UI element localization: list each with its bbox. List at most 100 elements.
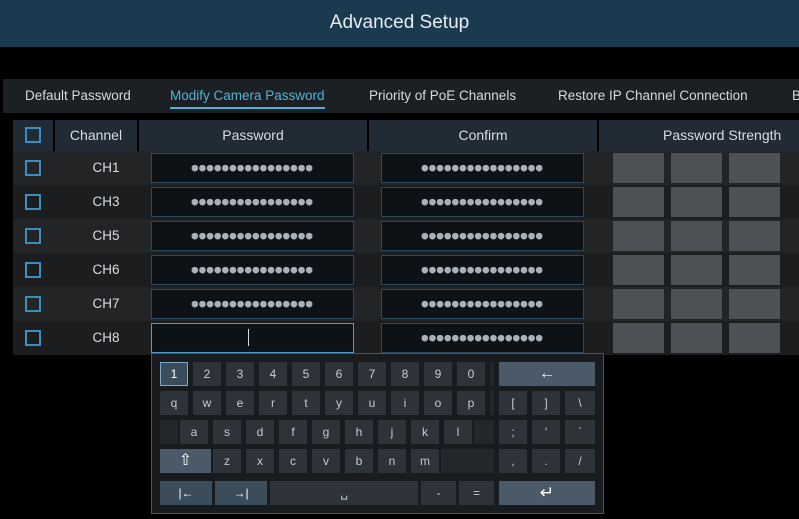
on-screen-keyboard: 1 2 3 4 5 6 7 8 9 0 ← q w e r t y u i o … bbox=[151, 353, 604, 514]
password-field[interactable]: ●●●●●●●●●●●●●●●● bbox=[151, 255, 354, 285]
key-blank bbox=[441, 449, 494, 473]
key-1[interactable]: 1 bbox=[160, 362, 188, 386]
key-z[interactable]: z bbox=[213, 449, 241, 473]
confirm-field[interactable]: ●●●●●●●●●●●●●●●● bbox=[381, 289, 584, 319]
key-blank bbox=[490, 391, 494, 415]
key-e[interactable]: e bbox=[226, 391, 254, 415]
key-left-bracket[interactable]: [ bbox=[499, 391, 527, 415]
row-checkbox[interactable] bbox=[25, 194, 41, 210]
strength-bar-weak bbox=[613, 187, 664, 217]
confirm-field[interactable]: ●●●●●●●●●●●●●●●● bbox=[381, 323, 584, 353]
key-s[interactable]: s bbox=[213, 420, 241, 444]
tab-more[interactable]: B bbox=[792, 79, 799, 113]
tab-default-password[interactable]: Default Password bbox=[25, 79, 131, 113]
password-field[interactable]: ●●●●●●●●●●●●●●●● bbox=[151, 289, 354, 319]
strength-bar-weak bbox=[613, 323, 664, 353]
row-checkbox[interactable] bbox=[25, 160, 41, 176]
channel-label: CH7 bbox=[92, 296, 120, 311]
key-backslash[interactable]: \ bbox=[565, 391, 595, 415]
tab-right-key[interactable]: →| bbox=[215, 481, 267, 505]
key-x[interactable]: x bbox=[246, 449, 274, 473]
password-field[interactable]: ●●●●●●●●●●●●●●●● bbox=[151, 221, 354, 251]
key-t[interactable]: t bbox=[292, 391, 320, 415]
key-w[interactable]: w bbox=[193, 391, 221, 415]
confirm-field[interactable]: ●●●●●●●●●●●●●●●● bbox=[381, 153, 584, 183]
key-f[interactable]: f bbox=[279, 420, 307, 444]
key-k[interactable]: k bbox=[411, 420, 439, 444]
key-i[interactable]: i bbox=[391, 391, 419, 415]
strength-bar-weak bbox=[613, 289, 664, 319]
table-row: CH8 ●●●●●●●●●●●●●●●● bbox=[13, 321, 799, 355]
key-comma[interactable]: , bbox=[499, 449, 527, 473]
table-row: CH3 ●●●●●●●●●●●●●●●● ●●●●●●●●●●●●●●●● bbox=[13, 185, 799, 219]
table-row: CH6 ●●●●●●●●●●●●●●●● ●●●●●●●●●●●●●●●● bbox=[13, 253, 799, 287]
channel-label: CH5 bbox=[92, 228, 120, 243]
key-o[interactable]: o bbox=[424, 391, 452, 415]
backspace-key[interactable]: ← bbox=[499, 362, 595, 386]
key-2[interactable]: 2 bbox=[193, 362, 221, 386]
space-key[interactable]: ␣ bbox=[270, 481, 418, 505]
key-v[interactable]: v bbox=[312, 449, 340, 473]
key-9[interactable]: 9 bbox=[424, 362, 452, 386]
key-y[interactable]: y bbox=[325, 391, 353, 415]
key-d[interactable]: d bbox=[246, 420, 274, 444]
key-a[interactable]: a bbox=[180, 420, 208, 444]
key-u[interactable]: u bbox=[358, 391, 386, 415]
confirm-field[interactable]: ●●●●●●●●●●●●●●●● bbox=[381, 255, 584, 285]
key-g[interactable]: g bbox=[312, 420, 340, 444]
row-checkbox[interactable] bbox=[25, 262, 41, 278]
tab-restore-ip-channel-connection[interactable]: Restore IP Channel Connection bbox=[558, 79, 748, 113]
key-slash[interactable]: / bbox=[565, 449, 595, 473]
key-5[interactable]: 5 bbox=[292, 362, 320, 386]
tab-modify-camera-password[interactable]: Modify Camera Password bbox=[170, 79, 325, 113]
column-header-confirm: Confirm bbox=[369, 120, 597, 151]
key-p[interactable]: p bbox=[457, 391, 485, 415]
key-l[interactable]: l bbox=[444, 420, 472, 444]
strength-bar-medium bbox=[671, 289, 722, 319]
row-checkbox[interactable] bbox=[25, 228, 41, 244]
tab-left-key[interactable]: |← bbox=[160, 481, 212, 505]
key-8[interactable]: 8 bbox=[391, 362, 419, 386]
strength-bar-weak bbox=[613, 221, 664, 251]
strength-bar-strong bbox=[729, 323, 780, 353]
key-equals[interactable]: = bbox=[459, 481, 494, 505]
row-checkbox[interactable] bbox=[25, 296, 41, 312]
key-r[interactable]: r bbox=[259, 391, 287, 415]
password-field[interactable] bbox=[151, 323, 354, 353]
strength-bar-strong bbox=[729, 221, 780, 251]
table-row: CH1 ●●●●●●●●●●●●●●●● ●●●●●●●●●●●●●●●● bbox=[13, 151, 799, 185]
key-3[interactable]: 3 bbox=[226, 362, 254, 386]
confirm-field[interactable]: ●●●●●●●●●●●●●●●● bbox=[381, 187, 584, 217]
key-m[interactable]: m bbox=[411, 449, 439, 473]
key-minus[interactable]: - bbox=[421, 481, 456, 505]
password-field[interactable]: ●●●●●●●●●●●●●●●● bbox=[151, 187, 354, 217]
key-semicolon[interactable]: ; bbox=[499, 420, 527, 444]
select-all-header bbox=[13, 120, 53, 151]
key-apostrophe[interactable]: ' bbox=[532, 420, 560, 444]
tab-priority-poe-channels[interactable]: Priority of PoE Channels bbox=[369, 79, 516, 113]
column-header-channel: Channel bbox=[55, 120, 137, 151]
key-4[interactable]: 4 bbox=[259, 362, 287, 386]
enter-key[interactable]: ↵ bbox=[499, 481, 595, 505]
channel-label: CH3 bbox=[92, 194, 120, 209]
password-field[interactable]: ●●●●●●●●●●●●●●●● bbox=[151, 153, 354, 183]
select-all-checkbox[interactable] bbox=[25, 127, 41, 143]
key-right-bracket[interactable]: ] bbox=[532, 391, 560, 415]
channel-label: CH6 bbox=[92, 262, 120, 277]
key-period[interactable]: . bbox=[532, 449, 560, 473]
key-b[interactable]: b bbox=[345, 449, 373, 473]
confirm-field[interactable]: ●●●●●●●●●●●●●●●● bbox=[381, 221, 584, 251]
strength-bar-medium bbox=[671, 187, 722, 217]
strength-bar-strong bbox=[729, 187, 780, 217]
row-checkbox[interactable] bbox=[25, 330, 41, 346]
key-q[interactable]: q bbox=[160, 391, 188, 415]
key-j[interactable]: j bbox=[378, 420, 406, 444]
key-6[interactable]: 6 bbox=[325, 362, 353, 386]
key-c[interactable]: c bbox=[279, 449, 307, 473]
key-h[interactable]: h bbox=[345, 420, 373, 444]
shift-key[interactable]: ⇧ bbox=[160, 449, 211, 473]
key-7[interactable]: 7 bbox=[358, 362, 386, 386]
key-n[interactable]: n bbox=[378, 449, 406, 473]
key-0[interactable]: 0 bbox=[457, 362, 485, 386]
key-backtick[interactable]: ` bbox=[565, 420, 595, 444]
